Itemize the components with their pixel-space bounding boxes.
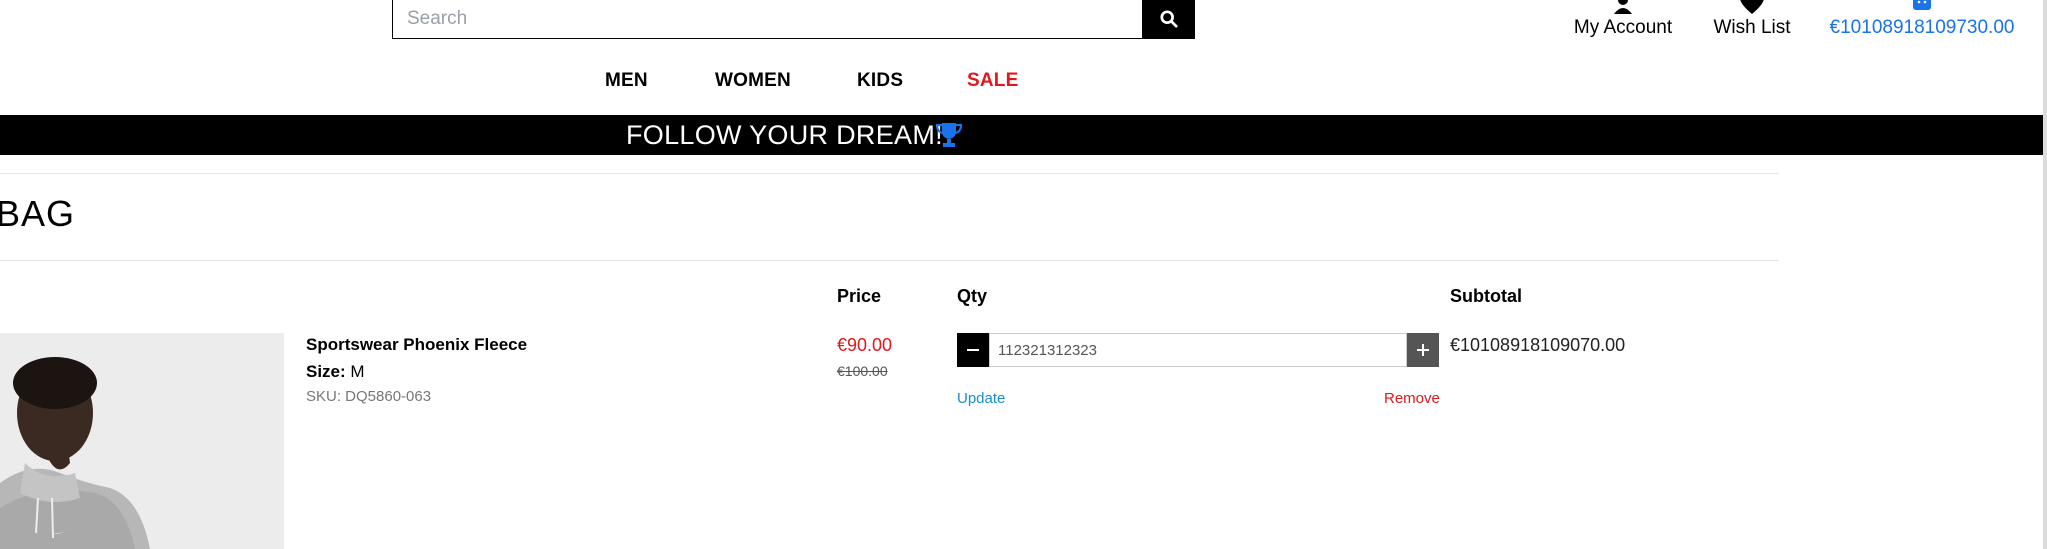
wish-list-label: Wish List xyxy=(1713,17,1791,38)
nav-item-women[interactable]: WOMEN xyxy=(715,70,791,92)
cart-total: €10108918109730.00 xyxy=(1829,17,2015,38)
search-bar xyxy=(392,0,1195,39)
subtotal-column-header: Subtotal xyxy=(1450,286,1522,306)
main-nav: MEN WOMEN KIDS SALE xyxy=(0,70,2047,100)
cart-link[interactable]: €10108918109730.00 xyxy=(1829,0,2015,40)
minus-icon xyxy=(967,349,979,351)
quantity-stepper xyxy=(957,333,1439,367)
price-column-header: Price xyxy=(837,286,882,306)
nav-item-sale[interactable]: SALE xyxy=(967,70,1018,92)
scrollbar[interactable] xyxy=(2043,0,2047,549)
my-account-label: My Account xyxy=(1573,17,1673,38)
update-link[interactable]: Update xyxy=(957,390,1005,407)
nav-item-kids[interactable]: KIDS xyxy=(857,70,903,92)
decrease-qty-button[interactable] xyxy=(957,333,989,367)
quantity-input[interactable] xyxy=(989,333,1407,367)
product-size: Size: M xyxy=(306,362,365,382)
search-input[interactable] xyxy=(392,0,1142,39)
product-sku: SKU: DQ5860-063 xyxy=(306,388,432,405)
product-image[interactable] xyxy=(0,333,284,549)
qty-column-header: Qty xyxy=(957,286,988,306)
remove-link[interactable]: Remove xyxy=(1384,390,1440,407)
wish-list-link[interactable]: Wish List xyxy=(1712,0,1792,40)
heart-icon xyxy=(1740,0,1764,14)
trophy-icon xyxy=(935,123,963,147)
promo-banner: FOLLOW YOUR DREAM! xyxy=(0,115,2047,155)
my-account-link[interactable]: My Account xyxy=(1573,0,1673,40)
search-icon xyxy=(1159,9,1178,28)
page-title: BAG xyxy=(0,193,76,234)
user-icon xyxy=(1614,0,1632,14)
size-label: Size: xyxy=(306,362,346,381)
product-photo xyxy=(0,333,284,549)
search-button[interactable] xyxy=(1142,0,1195,39)
product-name[interactable]: Sportswear Phoenix Fleece xyxy=(306,335,527,355)
original-price: €100.00 xyxy=(837,363,888,379)
shopping-bag-icon xyxy=(1913,0,1931,10)
plus-icon xyxy=(1417,344,1429,356)
line-subtotal: €10108918109070.00 xyxy=(1450,335,1626,355)
divider xyxy=(0,260,1779,261)
size-value: M xyxy=(350,362,365,381)
banner-text: FOLLOW YOUR DREAM! xyxy=(626,120,943,150)
increase-qty-button[interactable] xyxy=(1407,333,1439,367)
nav-item-men[interactable]: MEN xyxy=(605,70,648,92)
divider xyxy=(0,173,1779,174)
product-price: €90.00 xyxy=(837,335,893,355)
